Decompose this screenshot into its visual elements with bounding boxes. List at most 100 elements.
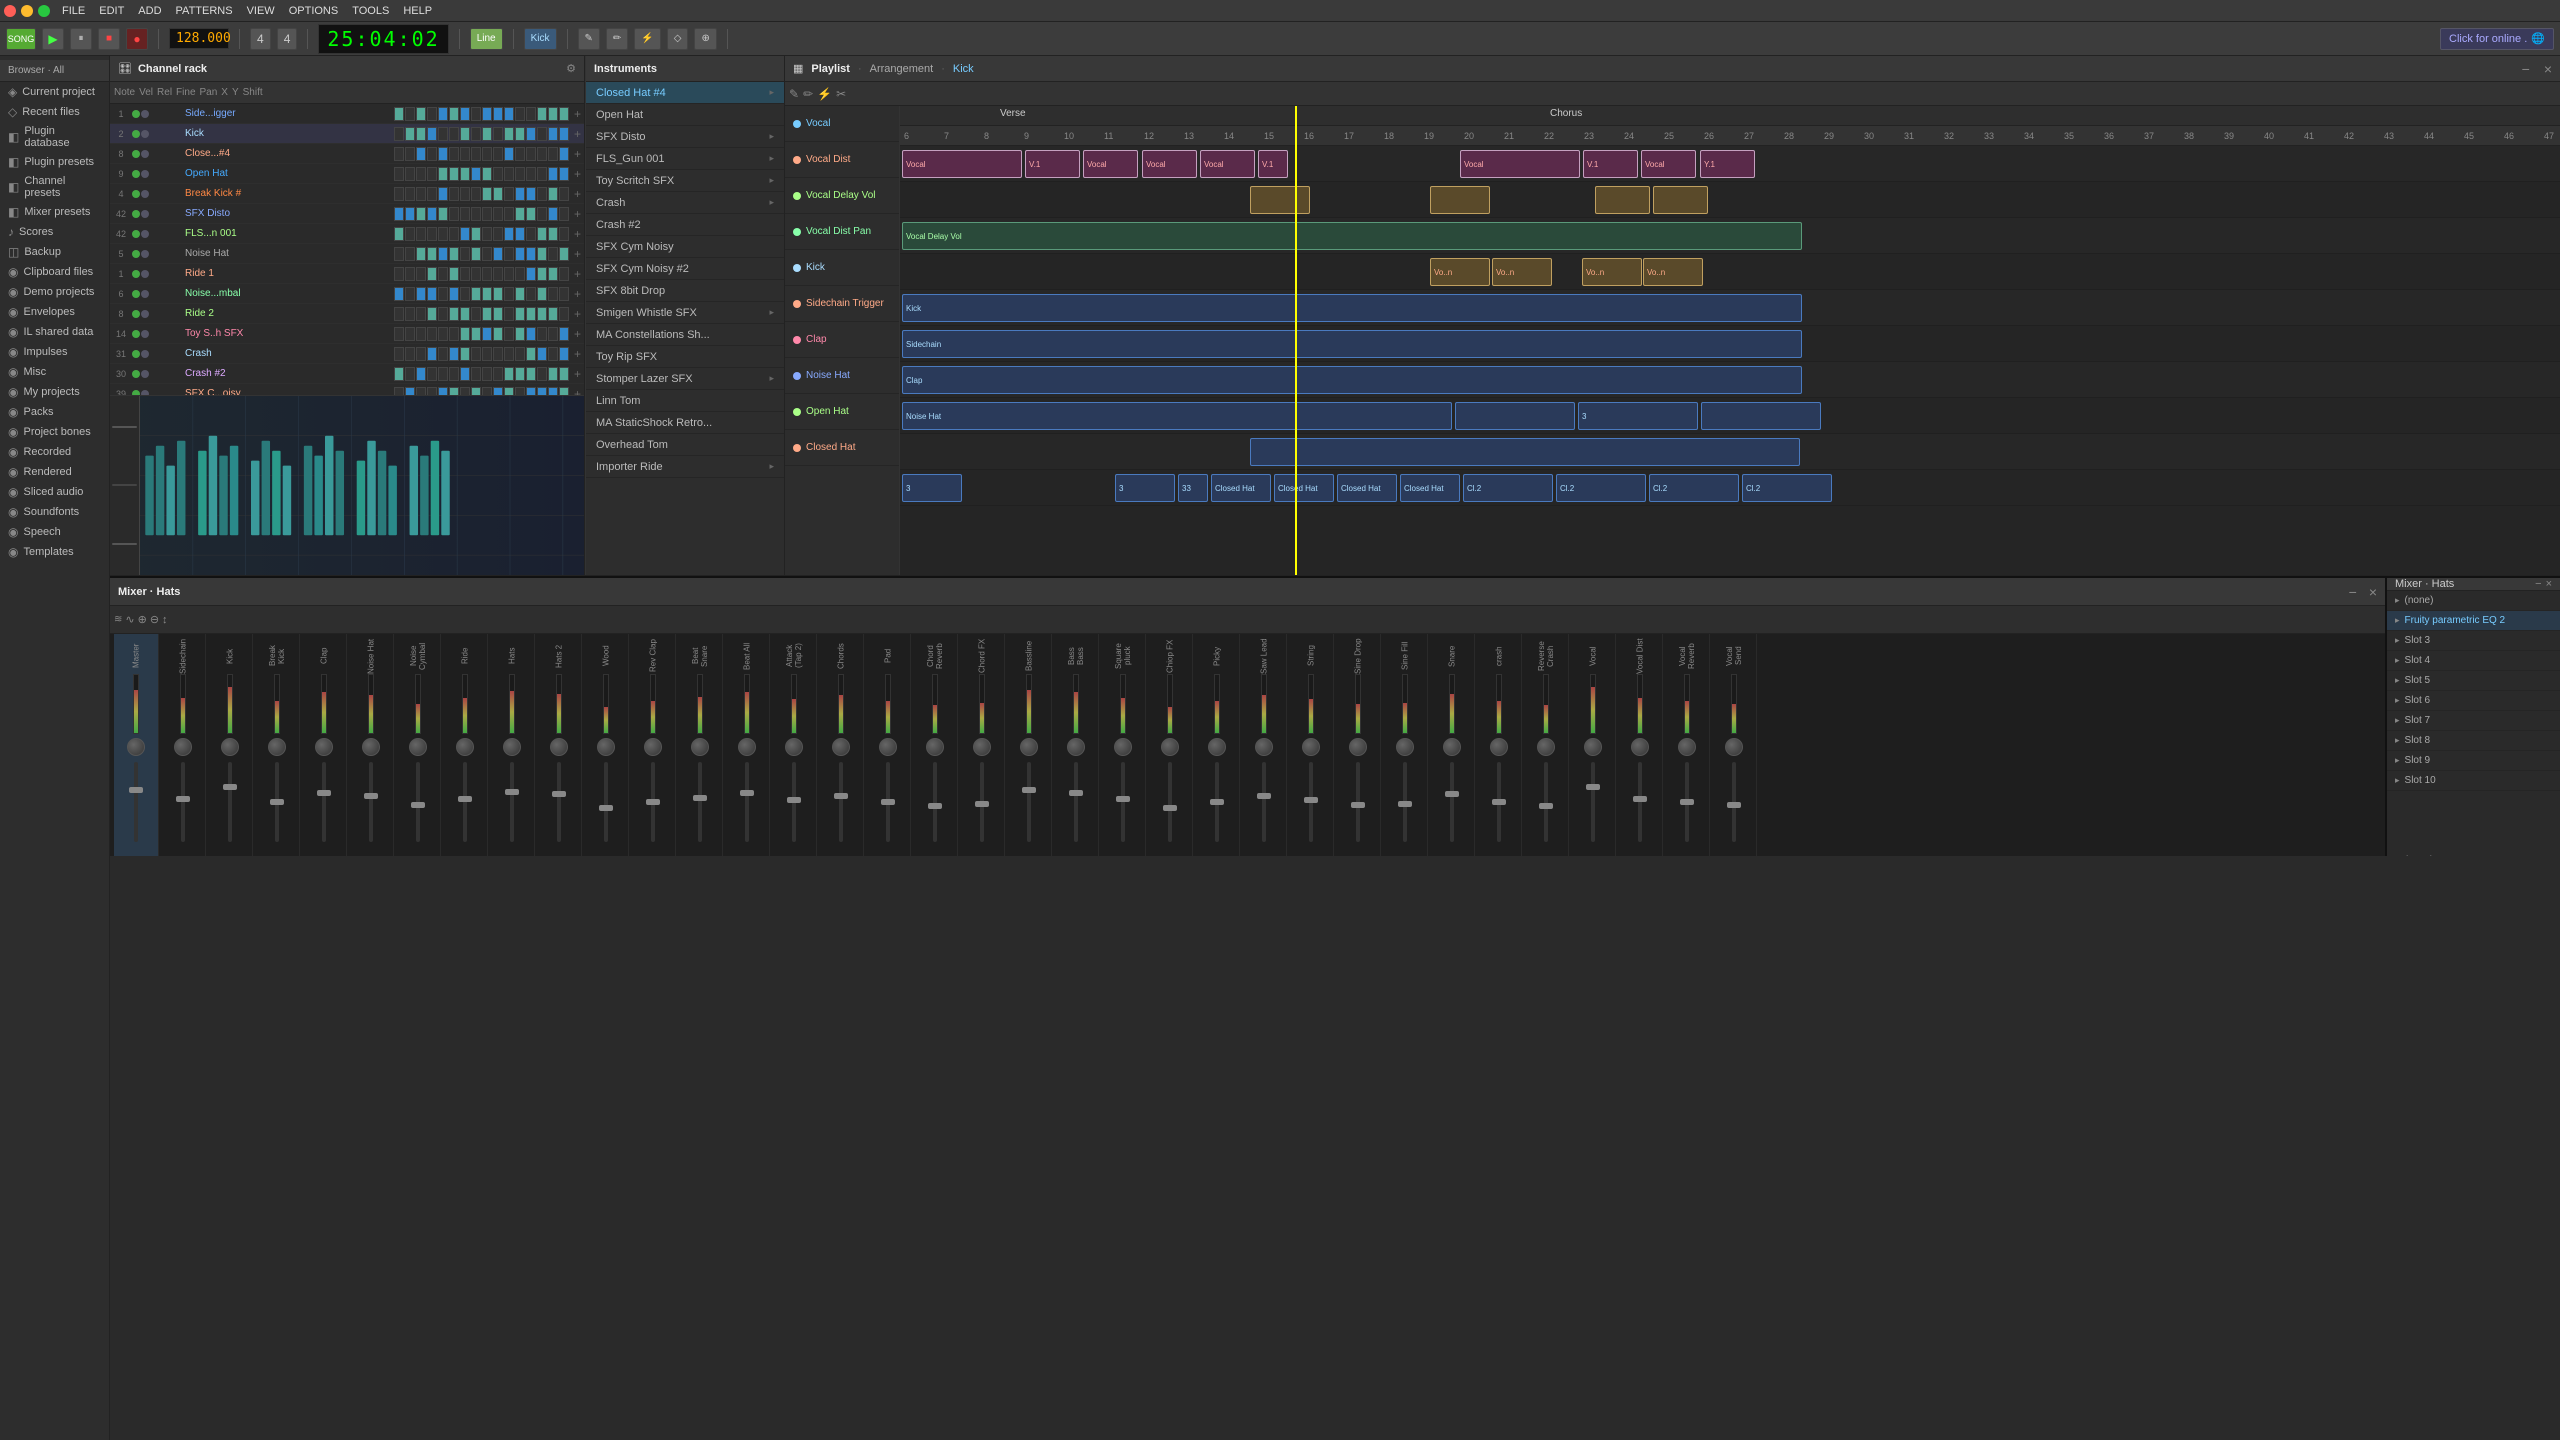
channel-add-btn[interactable]: +	[571, 127, 584, 141]
mixer-pan-knob[interactable]	[503, 738, 521, 756]
step-pad[interactable]	[405, 327, 415, 341]
step-pad[interactable]	[449, 307, 459, 321]
channel-row[interactable]: 39SFX C...oisy+	[110, 384, 584, 395]
clip-block[interactable]: Sidechain	[902, 330, 1802, 358]
step-pad[interactable]	[548, 167, 558, 181]
clip-block[interactable]: Vo..n	[1492, 258, 1552, 286]
mixer-slot-item[interactable]: ▸Slot 7	[2387, 711, 2560, 731]
step-pad[interactable]	[482, 227, 492, 241]
step-pad[interactable]	[493, 347, 503, 361]
track-label-item[interactable]: Open Hat	[785, 394, 899, 430]
step-pad[interactable]	[416, 167, 426, 181]
dropdown-item[interactable]: Linn Tom	[586, 390, 784, 412]
mixer-fader-handle[interactable]	[646, 799, 660, 805]
step-pad[interactable]	[504, 107, 514, 121]
step-pad[interactable]	[482, 347, 492, 361]
channel-row[interactable]: 8Ride 2+	[110, 304, 584, 324]
step-pad[interactable]	[394, 207, 404, 221]
mixer-pan-knob[interactable]	[127, 738, 145, 756]
mixer-fader-handle[interactable]	[1633, 796, 1647, 802]
step-pad[interactable]	[438, 327, 448, 341]
clip-block[interactable]: Cl.2	[1463, 474, 1553, 502]
channel-rack-settings-icon[interactable]: ⚙	[566, 62, 576, 75]
step-pad[interactable]	[559, 147, 569, 161]
step-pad[interactable]	[537, 147, 547, 161]
step-pad[interactable]	[449, 167, 459, 181]
step-pad[interactable]	[405, 167, 415, 181]
step-pad[interactable]	[394, 267, 404, 281]
bpm-display[interactable]: 128.000	[169, 28, 229, 49]
channel-add-btn[interactable]: +	[571, 387, 584, 396]
step-pad[interactable]	[559, 347, 569, 361]
channel-name[interactable]: Kick	[182, 128, 392, 139]
mixer-slot-item[interactable]: ▸(none)	[2387, 591, 2560, 611]
mixer-pan-knob[interactable]	[691, 738, 709, 756]
step-pad[interactable]	[537, 107, 547, 121]
step-pad[interactable]	[449, 327, 459, 341]
step-pad[interactable]	[449, 267, 459, 281]
mixer-slot-item[interactable]: ▸Slot 10	[2387, 771, 2560, 791]
step-pad[interactable]	[559, 287, 569, 301]
mixer-slot-item[interactable]: ▸Slot 8	[2387, 731, 2560, 751]
channel-add-btn[interactable]: +	[571, 147, 584, 161]
sidebar-item-soundfonts[interactable]: ◉ Soundfonts	[0, 502, 109, 522]
step-pad[interactable]	[460, 347, 470, 361]
step-pad[interactable]	[449, 107, 459, 121]
step-pad[interactable]	[394, 167, 404, 181]
clip-block[interactable]: Vocal	[1083, 150, 1138, 178]
mixer-pan-knob[interactable]	[1349, 738, 1367, 756]
step-pad[interactable]	[548, 187, 558, 201]
beats-denominator[interactable]: 4	[277, 28, 298, 50]
channel-add-btn[interactable]: +	[571, 267, 584, 281]
channel-name[interactable]: Crash #2	[182, 368, 392, 379]
mixer-channel[interactable]: Reverse Crash	[1524, 634, 1569, 856]
mixer-tool-2[interactable]: ⊕	[138, 613, 147, 626]
pattern-selector[interactable]: Kick	[524, 28, 557, 50]
channel-add-btn[interactable]: +	[571, 247, 584, 261]
step-pad[interactable]	[559, 387, 569, 396]
step-pad[interactable]	[559, 187, 569, 201]
channel-name[interactable]: Side...igger	[182, 108, 392, 119]
sidebar-item-my-projects[interactable]: ◉ My projects	[0, 382, 109, 402]
step-pad[interactable]	[416, 247, 426, 261]
step-pad[interactable]	[394, 307, 404, 321]
sidebar-item-recent-files[interactable]: ◇ Recent files	[0, 102, 109, 122]
track-row[interactable]: VocalV.1VocalVocalVocalV.1VocalV.1VocalY…	[900, 146, 2560, 182]
sidebar-item-backup[interactable]: ◫ Backup	[0, 242, 109, 262]
mixer-pan-knob[interactable]	[738, 738, 756, 756]
mixer-pan-knob[interactable]	[1302, 738, 1320, 756]
step-pad[interactable]	[460, 167, 470, 181]
mixer-fader-handle[interactable]	[364, 793, 378, 799]
step-pad[interactable]	[416, 327, 426, 341]
channel-name[interactable]: Toy S..h SFX	[182, 328, 392, 339]
step-pad[interactable]	[427, 147, 437, 161]
step-pad[interactable]	[526, 227, 536, 241]
step-pad[interactable]	[460, 267, 470, 281]
sidebar-item-project-bones[interactable]: ◉ Project bones	[0, 422, 109, 442]
clip-block[interactable]: Vocal	[1460, 150, 1580, 178]
mixer-pan-knob[interactable]	[362, 738, 380, 756]
mixer-pan-knob[interactable]	[268, 738, 286, 756]
sidebar-item-envelopes[interactable]: ◉ Envelopes	[0, 302, 109, 322]
mixer-channel[interactable]: Bassline	[1007, 634, 1052, 856]
step-pad[interactable]	[559, 367, 569, 381]
clip-block[interactable]: Kick	[902, 294, 1802, 322]
mixer-channel[interactable]: Chord Reverb	[913, 634, 958, 856]
mixer-fader-handle[interactable]	[223, 784, 237, 790]
mixer-slot-item[interactable]: ▸Slot 3	[2387, 631, 2560, 651]
mixer-channel[interactable]: Beat All	[725, 634, 770, 856]
step-pad[interactable]	[482, 127, 492, 141]
step-pad[interactable]	[394, 327, 404, 341]
dropdown-item[interactable]: Overhead Tom	[586, 434, 784, 456]
step-pad[interactable]	[471, 287, 481, 301]
mixer-pan-knob[interactable]	[1443, 738, 1461, 756]
mixer-fader-handle[interactable]	[411, 802, 425, 808]
step-pad[interactable]	[416, 367, 426, 381]
sidebar-item-mixer-presets[interactable]: ◧ Mixer presets	[0, 202, 109, 222]
step-pad[interactable]	[405, 287, 415, 301]
clip-block[interactable]: 3	[902, 474, 962, 502]
mixer-channel[interactable]: Bass Bass	[1054, 634, 1099, 856]
mixer-pan-knob[interactable]	[832, 738, 850, 756]
mixer-tool-4[interactable]: ↕	[162, 614, 168, 626]
step-pad[interactable]	[427, 127, 437, 141]
